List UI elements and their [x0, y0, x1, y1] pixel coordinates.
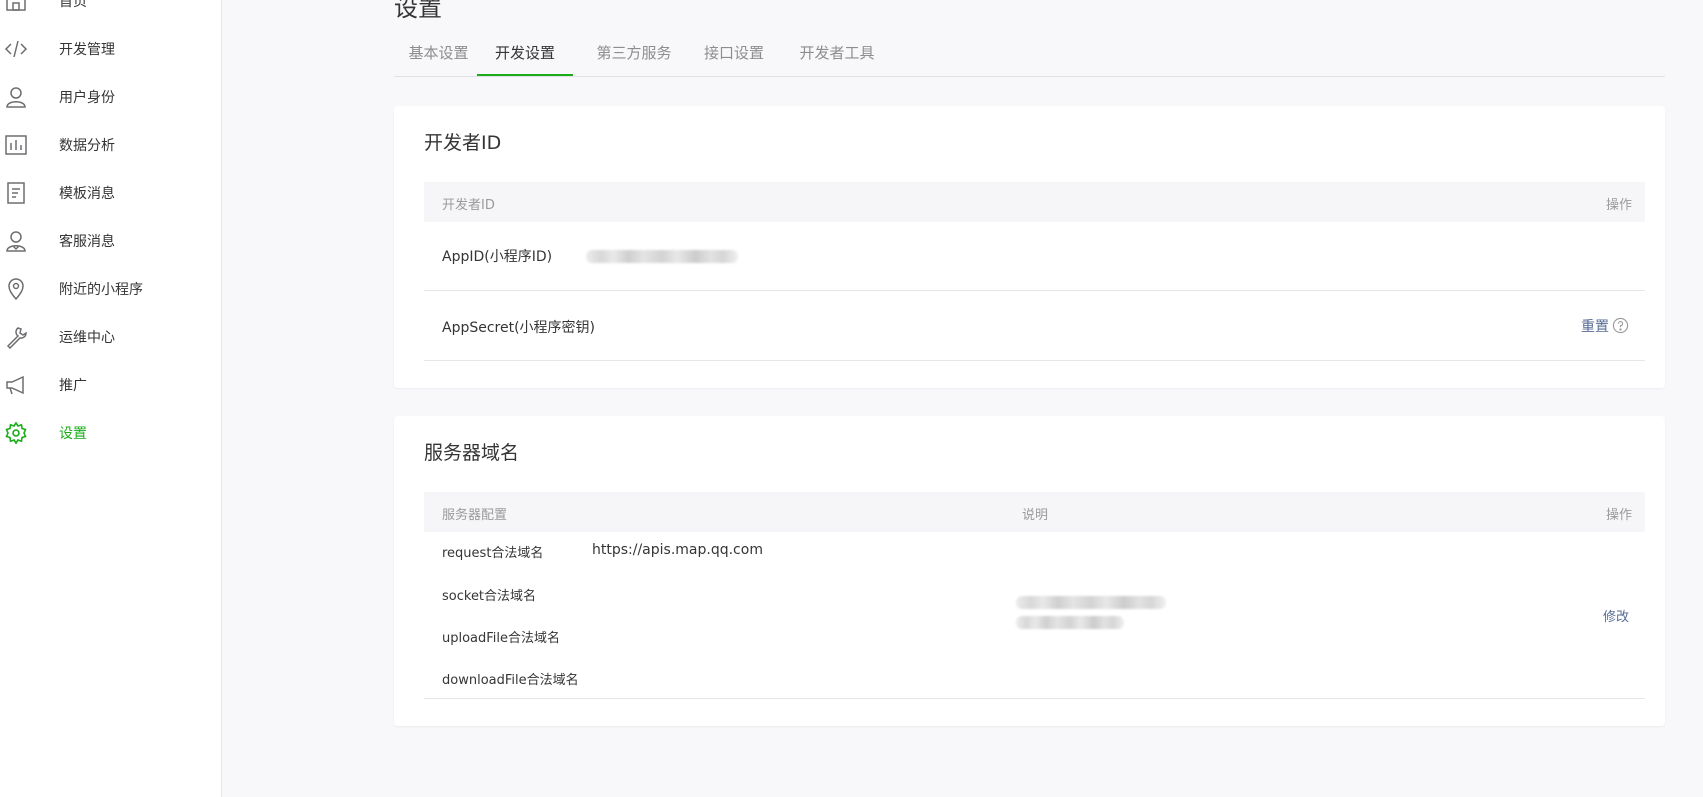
column-header-server-config: 服务器配置: [442, 508, 508, 523]
tab-basic-settings[interactable]: 基本设置: [391, 40, 486, 76]
tab-dev-tools[interactable]: 开发者工具: [790, 40, 884, 76]
sidebar-item-label: 客服消息: [59, 234, 115, 250]
sidebar-item-home[interactable]: 首页: [0, 0, 221, 16]
description-redacted-line1: [1016, 596, 1166, 609]
user-icon: [4, 85, 28, 109]
main-content: 设置 基本设置 开发设置 第三方服务 接口设置 开发者工具 开发者ID 开发者I…: [222, 0, 1703, 797]
request-domain-value: https://apis.map.qq.com: [592, 542, 763, 558]
chart-icon: [4, 133, 28, 157]
sidebar-item-label: 首页: [59, 0, 87, 10]
tab-third-party[interactable]: 第三方服务: [587, 40, 681, 76]
server-domain-table-header: 服务器配置 说明 操作: [424, 492, 1645, 532]
sidebar-item-dev-management[interactable]: 开发管理: [0, 34, 221, 64]
modify-button[interactable]: 修改: [1603, 606, 1629, 625]
wrench-icon: [4, 325, 28, 349]
sidebar-item-label: 开发管理: [59, 42, 115, 58]
appsecret-label: AppSecret(小程序密钥): [442, 320, 596, 336]
home-icon: [4, 0, 28, 13]
server-domain-card: 服务器域名 服务器配置 说明 操作 request合法域名 https://ap…: [394, 416, 1665, 726]
sidebar-item-promotion[interactable]: 推广: [0, 370, 221, 400]
developer-id-card: 开发者ID 开发者ID 操作 AppID(小程序ID) AppSecret(小程…: [394, 106, 1665, 388]
developer-id-title: 开发者ID: [424, 132, 502, 154]
table-row-server-domains: request合法域名 https://apis.map.qq.com sock…: [424, 532, 1645, 699]
sidebar-item-customer-service[interactable]: 客服消息: [0, 226, 221, 256]
document-icon: [4, 181, 28, 205]
reset-button[interactable]: 重置: [1581, 319, 1609, 335]
socket-domain-label: socket合法域名: [442, 589, 537, 604]
tab-bar: 基本设置 开发设置 第三方服务 接口设置 开发者工具: [394, 40, 1665, 77]
question-icon[interactable]: [1612, 317, 1629, 334]
sidebar-item-ops-center[interactable]: 运维中心: [0, 322, 221, 352]
sidebar-item-user-identity[interactable]: 用户身份: [0, 82, 221, 112]
developer-id-table-header: 开发者ID 操作: [424, 182, 1645, 222]
table-row-appid: AppID(小程序ID): [424, 222, 1645, 291]
downloadfile-domain-label: downloadFile合法域名: [442, 673, 579, 688]
sidebar: 首页 开发管理 用户身份 数据分析 模板消息 客服消息 附近的小程序 运维中心 …: [0, 0, 222, 797]
sidebar-item-label: 附近的小程序: [59, 282, 143, 298]
tab-api-settings[interactable]: 接口设置: [694, 40, 774, 76]
uploadfile-domain-label: uploadFile合法域名: [442, 631, 561, 646]
sidebar-item-template-message[interactable]: 模板消息: [0, 178, 221, 208]
sidebar-item-label: 数据分析: [59, 138, 115, 154]
sidebar-item-data-analysis[interactable]: 数据分析: [0, 130, 221, 160]
gear-icon: [4, 421, 28, 445]
appid-value-redacted: [586, 250, 738, 263]
code-icon: [4, 37, 28, 61]
customer-service-icon: [4, 229, 28, 253]
table-row-appsecret: AppSecret(小程序密钥) 重置: [424, 290, 1645, 361]
sidebar-item-label: 模板消息: [59, 186, 115, 202]
megaphone-icon: [4, 373, 28, 397]
appid-label: AppID(小程序ID): [442, 249, 553, 265]
sidebar-item-nearby-miniprogram[interactable]: 附近的小程序: [0, 274, 221, 304]
tab-dev-settings[interactable]: 开发设置: [477, 40, 573, 76]
sidebar-item-label: 推广: [59, 378, 87, 394]
sidebar-item-label: 用户身份: [59, 90, 115, 106]
column-header-action: 操作: [1605, 198, 1632, 213]
location-icon: [4, 277, 28, 301]
column-header-developer-id: 开发者ID: [442, 198, 495, 213]
description-redacted-line2: [1016, 616, 1124, 629]
request-domain-label: request合法域名: [442, 546, 544, 561]
sidebar-item-label: 运维中心: [59, 330, 115, 346]
page-title: 设置: [394, 0, 442, 22]
sidebar-item-label: 设置: [59, 426, 87, 442]
sidebar-item-settings[interactable]: 设置: [0, 418, 221, 448]
column-header-description: 说明: [1022, 508, 1049, 523]
column-header-action: 操作: [1605, 508, 1632, 523]
server-domain-title: 服务器域名: [424, 442, 520, 464]
reset-secret-action: 重置: [1581, 316, 1629, 336]
